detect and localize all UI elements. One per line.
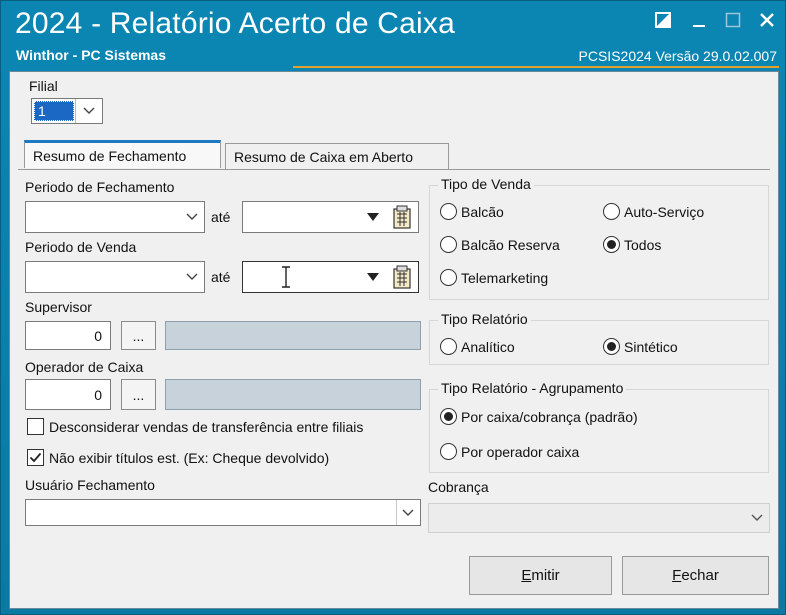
- maximize-icon: [725, 12, 741, 28]
- checkbox-label: Não exibir títulos est. (Ex: Cheque devo…: [49, 449, 330, 466]
- filial-value: 1: [34, 101, 74, 121]
- fechar-mnemonic: F: [672, 567, 682, 584]
- periodo-fechamento-ate-label: até: [211, 209, 231, 225]
- agrupamento-title: Tipo Relatório - Agrupamento: [438, 380, 627, 396]
- calendar-icon: [393, 205, 411, 229]
- minimize-button[interactable]: [687, 9, 711, 31]
- usuario-fechamento-select[interactable]: [25, 499, 421, 526]
- cobranca-label: Cobrança: [428, 479, 489, 495]
- client-area: Filial 1 Resumo de Fechamento Resumo de …: [9, 71, 779, 609]
- dropdown-arrow-icon: [367, 273, 379, 281]
- radio-label: Telemarketing: [461, 269, 549, 286]
- periodo-fechamento-end-date[interactable]: [242, 201, 419, 233]
- supervisor-code-input[interactable]: 0: [25, 321, 111, 350]
- text-cursor-icon: [282, 266, 290, 288]
- fechar-button[interactable]: Fechar: [622, 556, 769, 595]
- tab-resumo-caixa-aberto[interactable]: Resumo de Caixa em Aberto: [225, 143, 449, 169]
- calendar-button[interactable]: [391, 261, 413, 293]
- tab-label: Resumo de Caixa em Aberto: [234, 148, 413, 165]
- radio-circle[interactable]: [603, 236, 620, 253]
- radio-circle[interactable]: [440, 269, 457, 286]
- usuario-fechamento-label: Usuário Fechamento: [25, 477, 155, 493]
- dropdown-arrow-icon: [186, 213, 198, 220]
- radio-label: Sintético: [624, 338, 678, 355]
- window-title: 2024 - Relatório Acerto de Caixa: [15, 7, 455, 40]
- radio-circle[interactable]: [440, 338, 457, 355]
- operador-code-input[interactable]: 0: [25, 379, 111, 410]
- checkbox-label: Desconsiderar vendas de transferência en…: [49, 418, 364, 435]
- operador-name-field: [165, 379, 421, 410]
- maximize-button[interactable]: [721, 9, 745, 31]
- close-button[interactable]: [755, 9, 779, 31]
- desconsiderar-transferencia-checkbox[interactable]: Desconsiderar vendas de transferência en…: [27, 418, 363, 435]
- title-accent-line: [293, 66, 779, 68]
- radio-circle[interactable]: [440, 408, 457, 425]
- radio-analitico[interactable]: Analítico: [440, 338, 515, 355]
- periodo-fechamento-label: Periodo de Fechamento: [25, 179, 175, 195]
- supervisor-name-field: [165, 321, 421, 350]
- app-subtitle: Winthor - PC Sistemas: [16, 47, 167, 63]
- filial-select[interactable]: 1: [31, 98, 103, 124]
- radio-label: Analítico: [461, 338, 515, 355]
- tab-resumo-fechamento[interactable]: Resumo de Fechamento: [24, 140, 221, 168]
- radio-circle[interactable]: [603, 203, 620, 220]
- dropdown-arrow-icon: [402, 509, 414, 516]
- restore-button[interactable]: [651, 9, 675, 31]
- restore-icon: [655, 12, 671, 28]
- dropdown-arrow-icon: [367, 213, 379, 221]
- periodo-fechamento-start-select[interactable]: [25, 201, 205, 233]
- radio-circle[interactable]: [440, 203, 457, 220]
- radio-por-caixa-cobranca[interactable]: Por caixa/cobrança (padrão): [440, 408, 638, 425]
- supervisor-search-button[interactable]: ...: [121, 321, 156, 350]
- dropdown-arrow-icon: [83, 107, 95, 114]
- radio-balcao-reserva[interactable]: Balcão Reserva: [440, 236, 560, 253]
- operador-caixa-label: Operador de Caixa: [25, 359, 144, 375]
- fechar-label: echar: [681, 567, 719, 584]
- radio-por-operador-caixa[interactable]: Por operador caixa: [440, 443, 579, 460]
- radio-sintetico[interactable]: Sintético: [603, 338, 678, 355]
- periodo-venda-start-select[interactable]: [25, 261, 205, 293]
- emitir-mnemonic: E: [521, 567, 532, 584]
- minimize-icon: [693, 25, 705, 27]
- radio-circle[interactable]: [440, 443, 457, 460]
- operador-search-button[interactable]: ...: [121, 379, 156, 410]
- periodo-venda-end-date[interactable]: [242, 261, 419, 293]
- radio-balcao[interactable]: Balcão: [440, 203, 504, 220]
- tab-label: Resumo de Fechamento: [33, 147, 187, 164]
- emitir-button[interactable]: Emitir: [469, 556, 612, 595]
- radio-label: Balcão: [461, 203, 504, 220]
- radio-auto-servico[interactable]: Auto-Serviço: [603, 203, 704, 220]
- dropdown-arrow-icon: [751, 514, 763, 521]
- dropdown-arrow-icon: [186, 273, 198, 280]
- checkmark-icon: [29, 452, 42, 463]
- radio-circle[interactable]: [603, 338, 620, 355]
- radio-label: Auto-Serviço: [624, 203, 705, 220]
- close-icon: [760, 13, 774, 27]
- radio-label: Balcão Reserva: [461, 236, 560, 253]
- filial-label: Filial: [29, 78, 58, 94]
- periodo-venda-ate-label: até: [211, 269, 231, 285]
- tipo-venda-title: Tipo de Venda: [438, 176, 534, 192]
- periodo-venda-label: Periodo de Venda: [25, 239, 137, 255]
- supervisor-label: Supervisor: [25, 299, 92, 315]
- checkbox-box[interactable]: [27, 449, 44, 466]
- tipo-relatorio-title: Tipo Relatório: [438, 311, 531, 327]
- radio-telemarketing[interactable]: Telemarketing: [440, 269, 548, 286]
- dropdown-arrow-button[interactable]: [361, 264, 385, 290]
- version-label: PCSIS2024 Versão 29.0.02.007: [578, 48, 777, 64]
- app-window: 2024 - Relatório Acerto de Caixa Winthor…: [0, 0, 786, 615]
- agrupamento-group: Tipo Relatório - Agrupamento: [429, 380, 769, 473]
- cobranca-select[interactable]: [428, 503, 770, 533]
- emitir-label: mitir: [531, 567, 560, 584]
- checkbox-box[interactable]: [27, 418, 44, 435]
- radio-label: Por caixa/cobrança (padrão): [461, 408, 638, 425]
- nao-exibir-titulos-checkbox[interactable]: Não exibir títulos est. (Ex: Cheque devo…: [27, 449, 329, 466]
- radio-todos[interactable]: Todos: [603, 236, 661, 253]
- calendar-icon: [393, 265, 411, 289]
- radio-label: Por operador caixa: [461, 443, 580, 460]
- radio-circle[interactable]: [440, 236, 457, 253]
- dropdown-arrow-button[interactable]: [361, 204, 385, 230]
- calendar-button[interactable]: [391, 201, 413, 233]
- radio-label: Todos: [624, 236, 662, 253]
